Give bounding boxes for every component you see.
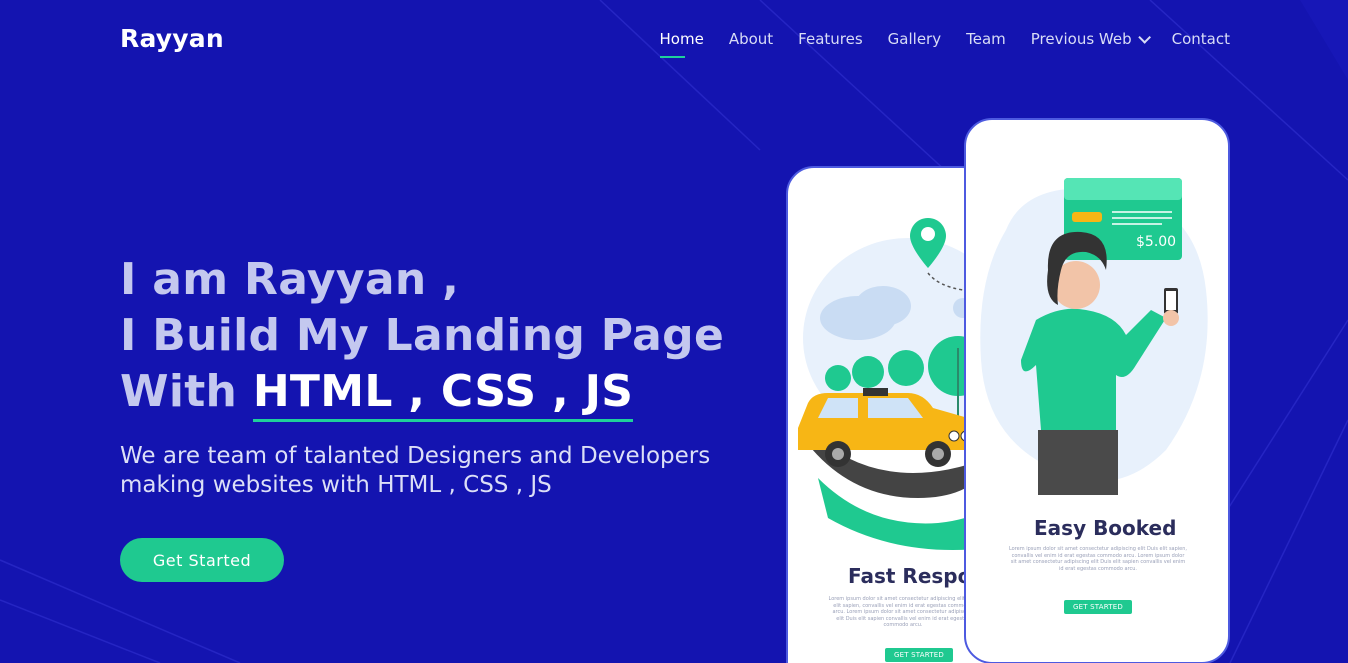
- ticket-price: $5.00: [1136, 234, 1177, 250]
- taxi-illustration: [798, 218, 988, 550]
- hero-line-1: I am Rayyan ,: [120, 254, 460, 305]
- phone-mockup-easy-booked: $5.00 Easy Booked Lorem ipsum dolor sit …: [964, 118, 1230, 663]
- site-logo[interactable]: Rayyan: [120, 24, 224, 53]
- phone-left-title: Fast Respor: [848, 564, 982, 588]
- nav-about[interactable]: About: [729, 30, 773, 48]
- hero-subtitle: We are team of talanted Designers and De…: [120, 443, 711, 498]
- booking-illustration: [980, 178, 1208, 495]
- chevron-down-icon: [1137, 30, 1151, 44]
- nav-previous-web-dropdown[interactable]: Previous Web: [1031, 30, 1151, 48]
- hero-highlight: HTML , CSS , JS: [252, 366, 634, 422]
- site-header: Rayyan Home About Features Gallery Team …: [0, 0, 1348, 82]
- phone-right-description: Lorem ipsum dolor sit amet consectetur a…: [1008, 546, 1188, 572]
- phone-mockup-fast-response: Fast Respor Lorem ipsum dolor sit amet c…: [786, 166, 990, 663]
- hero-line-3: With HTML , CSS , JS: [120, 364, 760, 422]
- get-started-button[interactable]: Get Started: [120, 538, 284, 582]
- nav-gallery[interactable]: Gallery: [888, 30, 941, 48]
- hero-line-2: I Build My Landing Page: [120, 310, 725, 361]
- phone-right-title: Easy Booked: [1034, 516, 1177, 540]
- nav-home[interactable]: Home: [659, 30, 704, 58]
- hero-section: I am Rayyan , I Build My Landing Page Wi…: [120, 252, 760, 500]
- nav-team[interactable]: Team: [966, 30, 1006, 48]
- nav-features[interactable]: Features: [798, 30, 863, 48]
- hero-heading: I am Rayyan , I Build My Landing Page Wi…: [120, 252, 760, 422]
- phone-left-description: Lorem ipsum dolor sit amet consectetur a…: [828, 596, 978, 628]
- phone-right-get-started-button[interactable]: GET STARTED: [1064, 600, 1132, 614]
- nav-contact[interactable]: Contact: [1172, 30, 1230, 48]
- phone-left-get-started-button[interactable]: GET STARTED: [885, 648, 953, 662]
- main-nav: Home About Features Gallery Team Previou…: [635, 30, 1230, 58]
